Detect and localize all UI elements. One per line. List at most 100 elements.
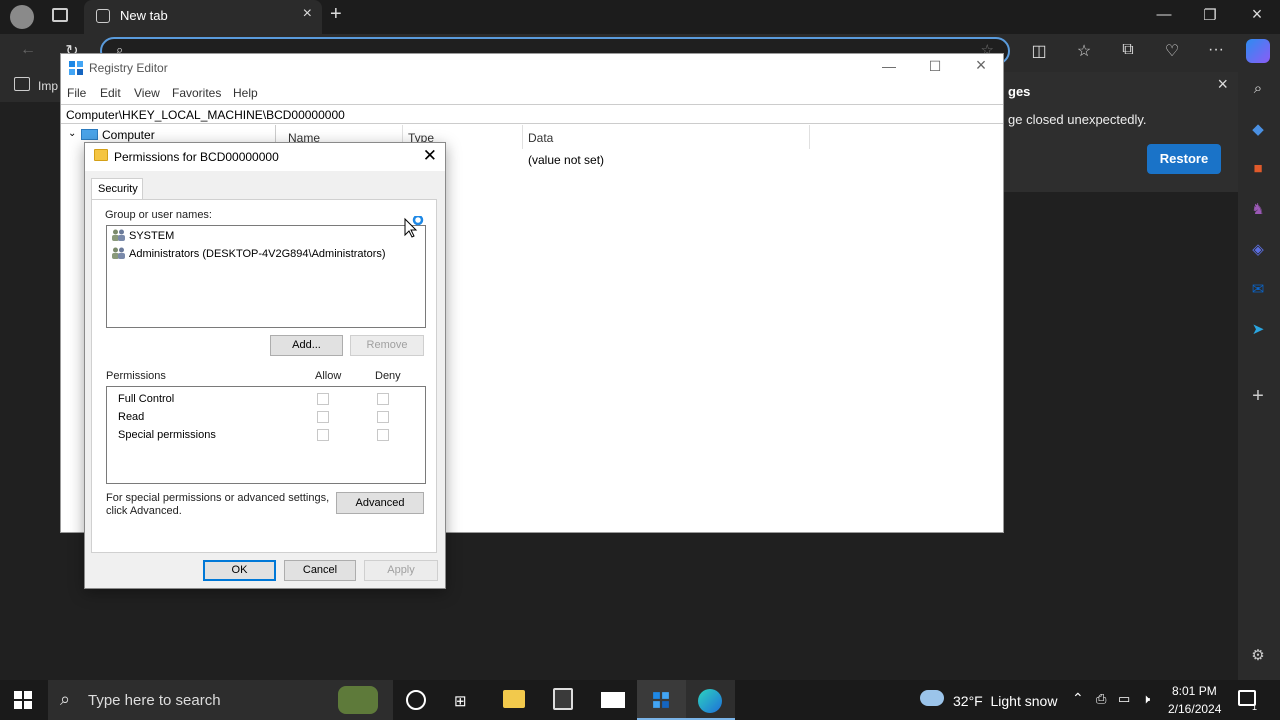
sidebar-add-icon[interactable]: + xyxy=(1246,385,1270,409)
tab-title: New tab xyxy=(120,8,168,23)
sidebar-shopping-icon[interactable]: ◆ xyxy=(1246,120,1270,144)
restore-close-icon[interactable]: × xyxy=(1217,74,1228,95)
favorites-icon[interactable]: ☆ xyxy=(1072,41,1096,61)
taskbar-edge[interactable] xyxy=(686,680,735,720)
ok-button[interactable]: OK xyxy=(203,560,276,581)
permissions-label: Permissions xyxy=(106,370,166,382)
column-separator xyxy=(809,125,810,149)
restore-button[interactable]: Restore xyxy=(1147,144,1221,174)
tray-chevron-icon[interactable]: ⌃ xyxy=(1072,690,1084,707)
deny-read-checkbox[interactable] xyxy=(377,411,389,423)
user-name: Administrators (DESKTOP-4V2G894\Administ… xyxy=(129,248,386,260)
task-view-icon[interactable]: ⊞ xyxy=(454,692,467,710)
clock-date[interactable]: 2/16/2024 xyxy=(1168,702,1221,716)
folder-icon xyxy=(94,149,108,161)
list-item-system[interactable]: SYSTEM xyxy=(111,229,174,242)
mail-icon[interactable] xyxy=(601,692,625,708)
sidebar-outlook-icon[interactable]: ✉ xyxy=(1246,280,1270,304)
profile-avatar[interactable] xyxy=(10,5,34,29)
new-tab-icon[interactable]: + xyxy=(330,3,342,26)
registry-editor-icon xyxy=(68,60,84,76)
permissions-dialog: Permissions for BCD00000000 ✕ Security G… xyxy=(84,142,446,589)
menu-edit[interactable]: Edit xyxy=(100,86,121,100)
weather-text[interactable]: 32°F Light snow xyxy=(953,693,1057,709)
favorites-bar-item[interactable]: Imp xyxy=(38,79,58,93)
allow-read-checkbox[interactable] xyxy=(317,411,329,423)
volume-muted-icon[interactable]: 🕨 xyxy=(1142,691,1150,707)
column-separator xyxy=(522,125,523,149)
cancel-button[interactable]: Cancel xyxy=(284,560,356,581)
deny-label: Deny xyxy=(375,370,401,382)
network-icon[interactable]: ▭ xyxy=(1118,691,1130,707)
group-label: Group or user names: xyxy=(105,209,212,221)
security-tab-panel: Group or user names: SYSTEM Administrato… xyxy=(91,199,437,553)
add-button[interactable]: Add... xyxy=(270,335,343,356)
import-favorites-icon xyxy=(14,77,30,91)
notification-count: 1 xyxy=(1252,702,1258,712)
user-name: SYSTEM xyxy=(129,230,175,242)
sidebar-drop-icon[interactable]: ➤ xyxy=(1246,320,1270,344)
dialog-close-icon[interactable]: ✕ xyxy=(423,146,437,166)
sidebar-settings-icon[interactable]: ⚙ xyxy=(1246,646,1270,670)
browser-minimize-icon[interactable]: — xyxy=(1141,6,1187,23)
taskbar-registry-editor[interactable] xyxy=(637,680,686,720)
tray-device-icon[interactable]: ⎙ xyxy=(1096,691,1106,707)
clock-time[interactable]: 8:01 PM xyxy=(1172,684,1217,698)
browser-essentials-icon[interactable]: ♡ xyxy=(1160,41,1184,61)
edge-icon xyxy=(698,689,722,713)
windows-start-icon[interactable] xyxy=(14,691,32,712)
tree-item-computer[interactable]: Computer xyxy=(102,128,155,142)
apply-button[interactable]: Apply xyxy=(364,560,438,581)
split-screen-icon[interactable]: ◫ xyxy=(1027,41,1051,61)
list-item-administrators[interactable]: Administrators (DESKTOP-4V2G894\Administ… xyxy=(111,247,386,260)
search-icon: ⌕ xyxy=(60,689,71,709)
advanced-button[interactable]: Advanced xyxy=(336,492,424,514)
more-options-icon[interactable]: ··· xyxy=(1204,41,1228,59)
taskbar-search-box[interactable]: ⌕ Type here to search xyxy=(48,680,393,720)
menu-favorites[interactable]: Favorites xyxy=(172,86,221,100)
advanced-note-line2: click Advanced. xyxy=(106,505,182,517)
weather-icon xyxy=(920,690,944,706)
store-icon[interactable] xyxy=(553,688,573,710)
workspaces-icon[interactable] xyxy=(52,8,68,22)
file-explorer-icon[interactable] xyxy=(503,690,525,708)
tab-new-tab[interactable]: New tab × xyxy=(84,0,322,34)
tab-security[interactable]: Security xyxy=(91,178,143,200)
tree-expand-icon[interactable]: ⌄ xyxy=(68,128,76,139)
registry-maximize-icon[interactable]: ☐ xyxy=(920,58,950,75)
deny-special-checkbox[interactable] xyxy=(377,429,389,441)
browser-close-icon[interactable]: × xyxy=(1234,4,1280,25)
menu-view[interactable]: View xyxy=(134,86,160,100)
sidebar-tools-icon[interactable]: ■ xyxy=(1246,160,1270,184)
allow-special-checkbox[interactable] xyxy=(317,429,329,441)
deny-full-control-checkbox[interactable] xyxy=(377,393,389,405)
value-data[interactable]: (value not set) xyxy=(528,153,604,167)
registry-title: Registry Editor xyxy=(89,61,168,75)
allow-full-control-checkbox[interactable] xyxy=(317,393,329,405)
cortana-icon[interactable] xyxy=(406,690,426,710)
allow-label: Allow xyxy=(315,370,342,382)
menu-file[interactable]: File xyxy=(67,86,86,100)
permission-full-control: Full Control xyxy=(118,393,175,405)
column-data[interactable]: Data xyxy=(528,131,553,145)
sidebar-search-icon[interactable]: ⌕ xyxy=(1246,80,1270,104)
registry-address-bar[interactable]: Computer\HKEY_LOCAL_MACHINE\BCD00000000 xyxy=(61,104,1003,124)
tab-page-icon xyxy=(96,9,110,23)
menu-help[interactable]: Help xyxy=(233,86,258,100)
sidebar-games-icon[interactable]: ♞ xyxy=(1246,200,1270,224)
remove-button[interactable]: Remove xyxy=(350,335,424,356)
restore-pages-panel: ges × ge closed unexpectedly. Restore xyxy=(1000,72,1238,192)
restore-title: ges xyxy=(1008,84,1031,99)
user-list[interactable]: SYSTEM Administrators (DESKTOP-4V2G894\A… xyxy=(106,225,426,328)
sidebar-office-icon[interactable]: ◈ xyxy=(1246,240,1270,264)
back-icon[interactable]: ← xyxy=(16,41,40,59)
registry-minimize-icon[interactable]: — xyxy=(874,58,904,74)
copilot-icon[interactable] xyxy=(1246,39,1270,63)
permission-read: Read xyxy=(118,411,145,423)
search-placeholder: Type here to search xyxy=(88,692,221,709)
tab-close-icon[interactable]: × xyxy=(303,5,312,23)
search-highlight-image xyxy=(338,686,378,714)
collections-icon[interactable]: ⧉ xyxy=(1116,41,1140,59)
registry-close-icon[interactable]: × xyxy=(966,55,996,76)
browser-restore-icon[interactable]: ❐ xyxy=(1187,6,1233,24)
